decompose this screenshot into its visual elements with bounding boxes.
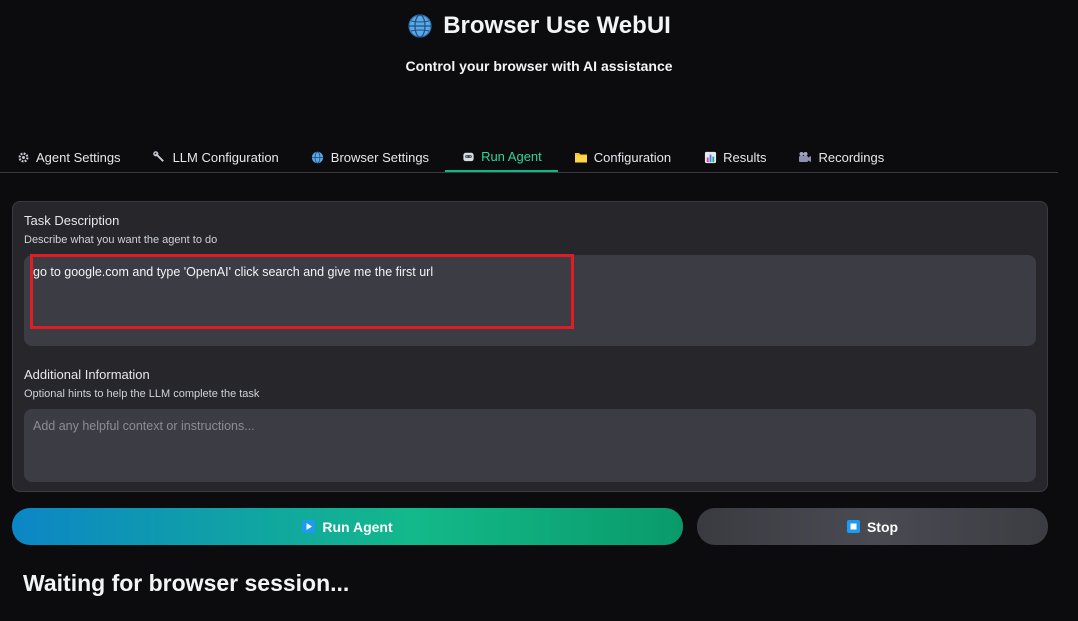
run-agent-label: Run Agent	[322, 518, 393, 535]
tab-recordings[interactable]: Recordings	[782, 142, 900, 172]
tab-label: Run Agent	[481, 148, 542, 164]
tab-label: Results	[723, 149, 767, 165]
tab-llm-configuration[interactable]: LLM Configuration	[137, 142, 295, 172]
globe-icon	[407, 13, 433, 39]
robot-icon	[461, 150, 475, 163]
task-description-input[interactable]	[24, 255, 1036, 346]
page-subtitle: Control your browser with AI assistance	[405, 58, 673, 74]
additional-information-label: Additional Information	[24, 367, 150, 382]
folder-icon	[574, 151, 588, 164]
tab-agent-settings[interactable]: Agent Settings	[0, 142, 137, 172]
task-description-info: Describe what you want the agent to do	[24, 234, 218, 246]
task-panel: Task Description Describe what you want …	[12, 201, 1048, 492]
stop-label: Stop	[866, 518, 899, 535]
tab-configuration[interactable]: Configuration	[558, 142, 687, 172]
header: Browser Use WebUI	[0, 8, 1078, 44]
tab-label: Recordings	[818, 149, 885, 165]
tab-label: Browser Settings	[330, 149, 430, 165]
run-agent-button[interactable]: Run Agent	[12, 508, 683, 545]
tab-results[interactable]: Results	[687, 142, 782, 172]
page-title: Browser Use WebUI	[443, 12, 671, 39]
app-root: Browser Use WebUI Control your browser w…	[0, 0, 1078, 621]
globe-icon	[311, 151, 325, 164]
tab-label: Agent Settings	[36, 149, 121, 165]
stop-icon	[846, 520, 860, 533]
stop-button[interactable]: Stop	[697, 508, 1048, 545]
wrench-icon	[153, 150, 167, 164]
play-icon	[302, 520, 316, 533]
task-description-label: Task Description	[24, 213, 120, 228]
gear-icon	[16, 151, 30, 164]
tab-browser-settings[interactable]: Browser Settings	[295, 142, 445, 172]
camera-icon	[798, 151, 812, 164]
tab-bar: Agent Settings LLM Configuration Browser…	[0, 142, 1058, 173]
bar-chart-icon	[703, 151, 717, 164]
additional-information-info: Optional hints to help the LLM complete …	[24, 388, 260, 400]
tab-label: LLM Configuration	[172, 149, 279, 165]
tab-label: Configuration	[593, 149, 672, 165]
additional-information-input[interactable]	[24, 409, 1036, 482]
status-heading: Waiting for browser session...	[23, 570, 350, 596]
tab-run-agent[interactable]: Run Agent	[445, 142, 558, 172]
